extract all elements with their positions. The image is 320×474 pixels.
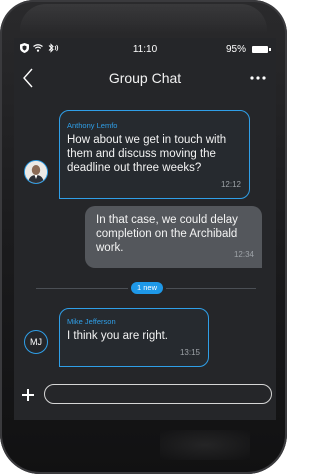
message-time: 12:12 [220,180,241,189]
message-bubble-incoming[interactable]: Anthony Lemfo How about we get in touch … [59,110,250,199]
message-input[interactable] [44,384,272,404]
sender-name: Anthony Lemfo [67,121,118,130]
plus-icon [22,389,34,401]
phone-frame: 11:10 95% Group Chat Anthony Lemfo How a… [0,0,287,474]
message-text: How about we get in touch with them and … [67,134,227,174]
ellipsis-icon [250,76,266,80]
new-messages-divider-left [36,288,128,289]
person-photo-icon [25,161,47,183]
message-time: 12:34 [233,250,254,259]
chat-screen: 11:10 95% Group Chat Anthony Lemfo How a… [14,38,276,420]
message-bubble-outgoing[interactable]: In that case, we could delay completion … [85,206,262,268]
message-time: 13:15 [179,348,200,357]
sender-name: Mike Jefferson [67,317,116,326]
battery-percent: 95% [225,44,246,55]
avatar[interactable]: MJ [24,330,48,354]
message-bubble-incoming[interactable]: Mike Jefferson I think you are right. 13… [59,308,209,367]
phone-glare [160,430,250,460]
new-messages-badge: 1 new [131,282,163,294]
message-text: I think you are right. [67,330,168,342]
avatar[interactable] [24,160,48,184]
new-messages-divider-right [166,288,256,289]
status-bar: 11:10 95% [14,38,276,62]
phone-bezel-highlight [20,4,267,34]
more-options-button[interactable] [246,68,270,86]
message-text: In that case, we could delay completion … [96,214,238,254]
battery-icon [252,46,271,53]
page-title: Group Chat [108,70,182,86]
add-attachment-button[interactable] [22,384,42,404]
nav-bar: Group Chat [14,62,276,92]
message-composer [14,378,276,420]
